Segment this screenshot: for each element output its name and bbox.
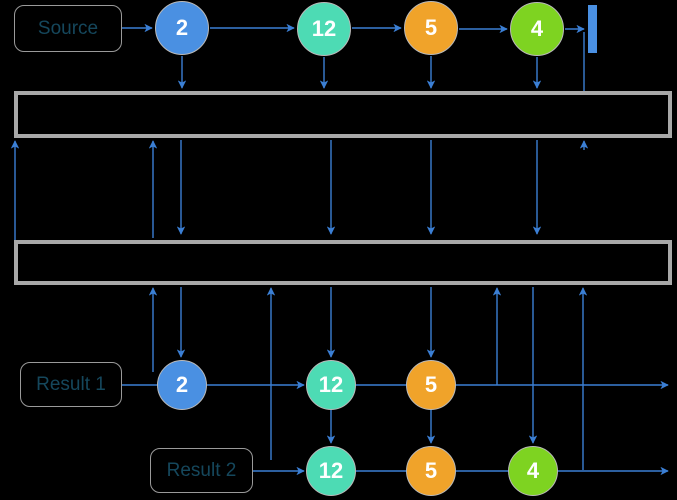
node-value: 5: [424, 372, 438, 397]
node-value: 12: [311, 16, 337, 41]
source-label-box[interactable]: Source: [14, 5, 122, 52]
node-value: 5: [424, 458, 438, 483]
source-node-5[interactable]: 5: [404, 1, 458, 55]
node-value: 5: [424, 15, 438, 40]
stage-bar-1: [14, 91, 672, 138]
result-2-label-text: Result 2: [166, 459, 237, 481]
node-value: 4: [526, 458, 540, 483]
result-1-label-text: Result 1: [36, 373, 106, 395]
result-1-node-5[interactable]: 5: [406, 360, 456, 410]
node-value: 2: [175, 372, 189, 397]
result-2-node-12[interactable]: 12: [306, 446, 356, 496]
result-1-label-box[interactable]: Result 1: [20, 362, 122, 407]
result-1-node-12[interactable]: 12: [306, 360, 356, 410]
result-1-node-2[interactable]: 2: [157, 360, 207, 410]
blue-marker: [588, 5, 597, 53]
result-2-label-box[interactable]: Result 2: [150, 448, 253, 493]
node-value: 4: [530, 16, 544, 41]
node-value: 12: [318, 372, 344, 397]
result-2-node-5[interactable]: 5: [406, 446, 456, 496]
source-node-4[interactable]: 4: [510, 2, 564, 56]
source-node-12[interactable]: 12: [297, 2, 351, 56]
source-node-2[interactable]: 2: [155, 1, 209, 55]
stage-bar-2: [14, 240, 672, 285]
node-value: 12: [318, 458, 344, 483]
result-2-node-4[interactable]: 4: [508, 446, 558, 496]
diagram-canvas: Source Result 1 Result 2 2 12 5 4 2 12 5…: [0, 0, 677, 500]
node-value: 2: [175, 15, 189, 40]
source-label-text: Source: [37, 17, 99, 39]
